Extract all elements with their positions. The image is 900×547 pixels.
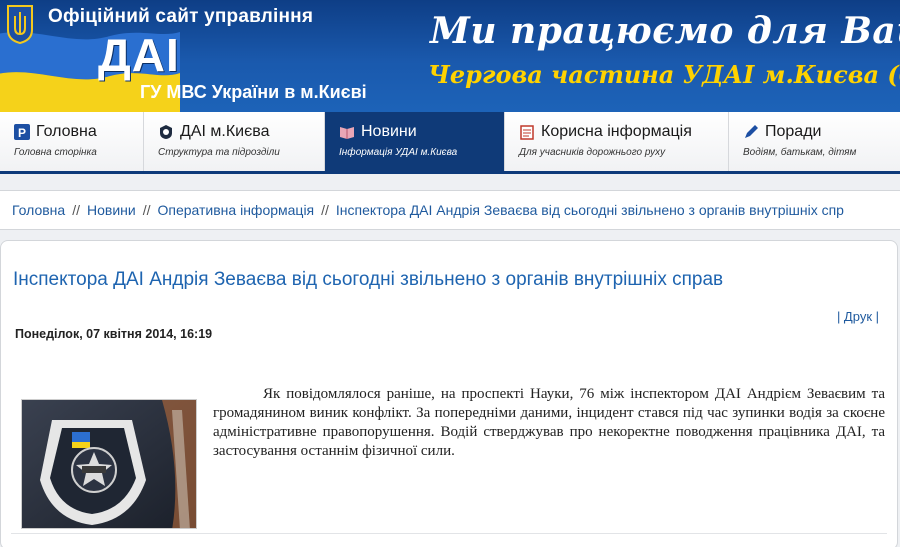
article-body: Як повідомлялося раніше, на проспекті На… xyxy=(213,386,885,459)
nav-sublabel: Водіям, батькам, дітям xyxy=(743,147,857,158)
news-icon xyxy=(339,124,355,140)
breadcrumb-separator: // xyxy=(72,202,80,218)
nav-label: ДАІ м.Києва xyxy=(180,123,270,140)
nav-sublabel: Структура та підрозділи xyxy=(158,147,280,158)
nav-sublabel: Головна сторінка xyxy=(14,147,97,158)
article-date: Понеділок, 07 квітня 2014, 16:19 xyxy=(15,327,213,341)
nav-sublabel: Для учасників дорожнього руху xyxy=(519,147,666,158)
nav-sublabel: Інформація УДАІ м.Києва xyxy=(339,147,458,158)
nav-item-useful-info[interactable]: Корисна інформація Для учасників дорожнь… xyxy=(505,112,729,171)
article-panel: Інспектора ДАІ Андрія Зеваєва від сьогод… xyxy=(0,240,898,547)
badge-icon xyxy=(158,124,174,140)
nav-item-home[interactable]: P Головна Головна сторінка xyxy=(0,112,144,171)
nav-label: Поради xyxy=(765,123,822,140)
breadcrumb-current: Інспектора ДАІ Андрія Зеваєва від сьогод… xyxy=(335,202,844,218)
header-slogan: Ми працюємо для Вашої б xyxy=(430,10,900,52)
breadcrumb-separator: // xyxy=(321,202,329,218)
divider xyxy=(11,533,887,534)
article-photo xyxy=(21,399,197,529)
nav-label: Новини xyxy=(361,123,417,140)
parking-icon: P xyxy=(14,124,30,140)
coat-of-arms-icon xyxy=(7,5,33,44)
article-title[interactable]: Інспектора ДАІ Андрія Зеваєва від сьогод… xyxy=(13,269,723,291)
dai-logo-text: ДАІ xyxy=(98,29,180,81)
breadcrumb-separator: // xyxy=(142,202,151,218)
duty-phone-banner: Чергова частина УДАІ м.Києва (044) xyxy=(428,60,900,89)
print-link[interactable]: | Друк | xyxy=(837,309,879,324)
nav-item-news[interactable]: Новини Інформація УДАІ м.Києва xyxy=(325,112,505,171)
nav-item-dai-kyiv[interactable]: ДАІ м.Києва Структура та підрозділи xyxy=(144,112,325,171)
svg-text:P: P xyxy=(18,126,26,140)
site-header: Офіційний сайт управління ДАІ ГУ МВС Укр… xyxy=(0,0,900,112)
site-title: Офіційний сайт управління xyxy=(48,6,314,27)
main-nav: P Головна Головна сторінка ДАІ м.Києва С… xyxy=(0,112,900,174)
department-title: ГУ МВС України в м.Києві xyxy=(140,82,367,102)
pen-icon xyxy=(743,124,759,140)
breadcrumb-link-home[interactable]: Головна xyxy=(12,202,65,218)
nav-item-advice[interactable]: Поради Водіям, батькам, дітям xyxy=(729,112,900,171)
notepad-icon xyxy=(519,124,535,140)
breadcrumb: Головна // Новини // Оперативна інформація //… xyxy=(0,190,900,230)
breadcrumb-link-operative-info[interactable]: Оперативна інформація xyxy=(157,202,314,218)
nav-label: Головна xyxy=(36,123,97,140)
nav-label: Корисна інформація xyxy=(541,123,692,140)
breadcrumb-link-news[interactable]: Новини xyxy=(87,202,136,218)
